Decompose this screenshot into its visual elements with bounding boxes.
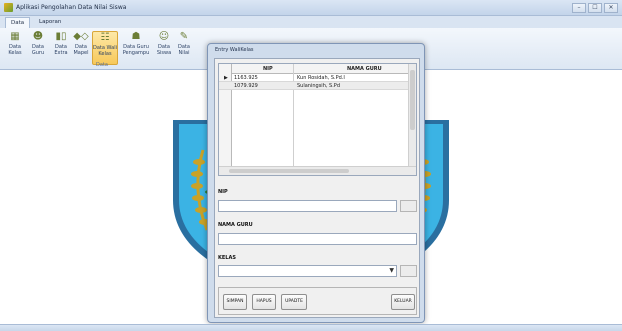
window-titlebar: Aplikasi Pengolahan Data Nilai Siswa – ☐…: [0, 0, 622, 16]
hapus-button[interactable]: HAPUS: [252, 294, 276, 310]
kelas-label: KELAS: [218, 255, 236, 261]
teacher-icon: ☻: [32, 31, 44, 42]
data-nilai-button[interactable]: ✎ Data Nilai: [173, 31, 195, 56]
cell-nip: 1079.929: [234, 83, 258, 89]
data-siswa-button[interactable]: ☺ Data Siswa: [153, 31, 175, 56]
data-wali-kelas-button[interactable]: ☷ Data Wali Kelas: [92, 31, 118, 65]
grid-vertical-scrollbar[interactable]: [408, 64, 416, 167]
grid-header: NIP NAMA GURU: [219, 64, 416, 74]
minimize-button[interactable]: –: [572, 3, 586, 13]
close-button[interactable]: ✕: [604, 3, 618, 13]
grid-horizontal-scrollbar[interactable]: [219, 166, 416, 175]
window-title: Aplikasi Pengolahan Data Nilai Siswa: [16, 4, 127, 11]
nip-input[interactable]: [218, 200, 397, 212]
simpan-button[interactable]: SIMPAN: [223, 294, 247, 310]
class-icon: ▦: [10, 31, 20, 42]
cell-nama-guru: Kun Rosidah, S.Pd.I: [297, 75, 345, 81]
data-extra-button[interactable]: ▮▯ Data Extra: [50, 31, 72, 56]
cell-nip: 1163.925: [234, 75, 258, 81]
update-button[interactable]: UPADTE: [281, 294, 307, 310]
column-header-nip[interactable]: NIP: [263, 66, 273, 72]
dialog-title: Entry WaliKelas: [215, 47, 254, 53]
scrollbar-thumb[interactable]: [410, 70, 415, 130]
table-row[interactable]: ▶ 1163.925 Kun Rosidah, S.Pd.I: [219, 74, 409, 82]
walikelas-grid[interactable]: NIP NAMA GURU ▶ 1163.925 Kun Rosidah, S.…: [218, 63, 417, 176]
current-row-arrow-icon: ▶: [224, 75, 228, 81]
chevron-down-icon: ▼: [389, 267, 394, 274]
students-icon: ☺: [158, 31, 170, 42]
nama-guru-input[interactable]: [218, 233, 417, 245]
column-header-nama-guru[interactable]: NAMA GURU: [347, 66, 382, 72]
data-mapel-button[interactable]: ◆◇ Data Mapel: [70, 31, 92, 56]
window-controls: – ☐ ✕: [572, 3, 618, 13]
dialog-body: NIP NAMA GURU ▶ 1163.925 Kun Rosidah, S.…: [214, 58, 420, 318]
dialog-button-bar: SIMPAN HAPUS UPADTE KELUAR: [218, 287, 417, 315]
assigned-teacher-icon: ☗: [131, 31, 141, 42]
grades-icon: ✎: [179, 31, 189, 42]
extra-icon: ▮▯: [55, 31, 67, 42]
data-kelas-button[interactable]: ▦ Data Kelas: [4, 31, 26, 56]
table-row[interactable]: 1079.929 Sulaningsih, S.Pd: [219, 82, 409, 90]
ribbon-tab-row: Data Laporan: [0, 16, 622, 28]
kelas-dropdown[interactable]: ▼: [218, 265, 397, 277]
maximize-button[interactable]: ☐: [588, 3, 602, 13]
status-bar: [0, 324, 622, 331]
nip-label: NIP: [218, 189, 228, 195]
data-guru-pengampu-button[interactable]: ☗ Data Guru Pengampu: [122, 31, 150, 56]
app-icon: [4, 3, 13, 12]
nama-guru-label: NAMA GURU: [218, 222, 253, 228]
nip-lookup-button[interactable]: [400, 200, 417, 212]
scrollbar-thumb[interactable]: [229, 169, 349, 173]
entry-walikelas-dialog: Entry WaliKelas NIP NAMA GURU ▶ 1163.925…: [207, 43, 425, 323]
data-guru-button[interactable]: ☻ Data Guru: [27, 31, 49, 56]
cell-nama-guru: Sulaningsih, S.Pd: [297, 83, 340, 89]
kelas-lookup-button[interactable]: [400, 265, 417, 277]
homeroom-icon: ☷: [100, 32, 110, 43]
ribbon-group-label: Data: [96, 62, 108, 68]
tab-data[interactable]: Data: [5, 17, 31, 28]
tab-laporan[interactable]: Laporan: [34, 17, 66, 28]
keluar-button[interactable]: KELUAR: [391, 294, 415, 310]
subject-icon: ◆◇: [73, 31, 89, 42]
